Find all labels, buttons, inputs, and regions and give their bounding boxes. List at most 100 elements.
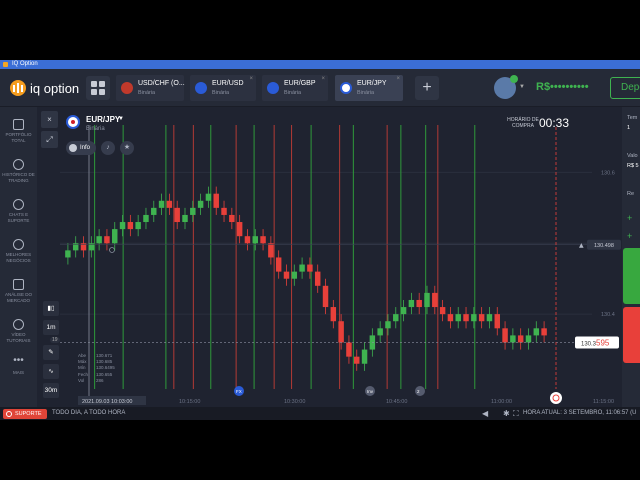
- chart-type-button[interactable]: ▮▯: [43, 301, 59, 316]
- candle-body: [525, 335, 532, 343]
- candle-body: [494, 314, 500, 329]
- chevron-down-icon[interactable]: ▼: [519, 84, 525, 90]
- price-tick-label: 130.6: [601, 170, 615, 176]
- candle-body: [252, 236, 258, 244]
- candle-body: [455, 314, 461, 322]
- candle-body: [135, 222, 141, 230]
- chart-area[interactable]: 130.6130.5130.4130.3595130.498▲2021.09.0…: [60, 107, 622, 407]
- candle-body: [510, 335, 516, 343]
- tab-usdchf[interactable]: USD/CHF (O... Binária: [116, 75, 185, 101]
- candle-body: [463, 314, 469, 322]
- candle-body: [260, 236, 266, 244]
- close-icon[interactable]: ×: [396, 76, 400, 82]
- put-button[interactable]: [623, 307, 640, 363]
- logo-icon: [10, 80, 26, 96]
- candle-body: [517, 335, 524, 343]
- asset-name: EUR/JPY: [86, 115, 121, 124]
- candle-body: [213, 193, 219, 208]
- event-label: FX: [236, 389, 242, 394]
- sidebar-item-label: MELHORES NEGÓCIOS: [5, 252, 32, 263]
- chevron-down-icon: ▼: [118, 116, 124, 122]
- asset-type: Binária: [86, 126, 105, 132]
- history-icon: [13, 159, 24, 170]
- candle-body: [314, 271, 321, 286]
- indicators-button[interactable]: ∿: [43, 364, 59, 379]
- candle-body: [190, 207, 196, 215]
- time-label: Tem: [627, 115, 638, 121]
- trophy-icon: [13, 239, 24, 250]
- more-icon: •••: [13, 355, 24, 366]
- tab-eurusd[interactable]: EUR/USD Binária ×: [190, 75, 256, 101]
- sidebar-item-chats[interactable]: CHATS E SUPORTE: [0, 199, 37, 223]
- period-button[interactable]: 30m: [43, 383, 59, 398]
- app-icon: [3, 62, 8, 67]
- purchase-countdown: 00:33: [539, 116, 570, 130]
- candle-body: [236, 222, 243, 237]
- sidebar-item-label: ANÁLISE DO MERCADO: [4, 292, 32, 303]
- sidebar-item-best-deals[interactable]: MELHORES NEGÓCIOS: [0, 239, 37, 263]
- candle-body: [151, 207, 157, 215]
- time-tick-label: 10:15:00: [179, 399, 200, 405]
- sidebar-item-more[interactable]: ••• MAIS: [0, 355, 37, 376]
- candle-timeframe-button[interactable]: 1m: [43, 320, 59, 335]
- volume-icon[interactable]: ◀: [482, 409, 488, 418]
- candle-body: [80, 243, 87, 251]
- bell-icon[interactable]: ♪: [101, 141, 115, 155]
- tab-eurgbp[interactable]: EUR/GBP Binária ×: [262, 75, 328, 101]
- candle-body: [338, 321, 344, 343]
- level-price-label: 130.498: [594, 243, 614, 249]
- candle-body: [502, 328, 508, 343]
- ohlc-row: Vol 286: [78, 377, 104, 383]
- apps-grid-button[interactable]: [86, 76, 110, 100]
- return-label: Re: [627, 191, 635, 197]
- deposit-button[interactable]: Depo: [610, 77, 640, 99]
- info-button[interactable]: Info: [66, 141, 96, 155]
- fullscreen-icon[interactable]: ⛶: [513, 409, 519, 419]
- tab-title: EUR/JPY: [357, 80, 387, 87]
- news-icon: [13, 279, 24, 290]
- brand-name: iq option: [30, 80, 80, 96]
- candle-body: [322, 285, 329, 308]
- close-icon[interactable]: ×: [321, 76, 325, 82]
- sidebar: PORTFÓLIO TOTAL HISTÓRICO DE TRADING CHA…: [0, 107, 37, 407]
- tab-subtitle: Binária: [357, 90, 375, 96]
- time-tick-label: 11:00:00: [491, 399, 512, 405]
- candle-body: [229, 214, 235, 223]
- call-button[interactable]: [623, 248, 640, 304]
- candle-body: [330, 307, 337, 322]
- tab-title: USD/CHF (O...: [138, 80, 185, 87]
- tab-subtitle: Binária: [212, 90, 230, 96]
- candle-body: [72, 243, 79, 251]
- sidebar-item-market-analysis[interactable]: ANÁLISE DO MERCADO: [0, 279, 37, 303]
- candle-body: [221, 207, 227, 215]
- avatar[interactable]: [494, 75, 518, 99]
- star-icon[interactable]: ★: [120, 141, 134, 155]
- candle-body: [354, 356, 360, 364]
- time-tick-label: 10:45:00: [386, 399, 407, 405]
- account-balance[interactable]: R$••••••••••: [536, 81, 589, 93]
- candle-body: [96, 236, 102, 244]
- add-tab-button[interactable]: +: [415, 76, 439, 100]
- close-chart-button[interactable]: ×: [41, 111, 58, 128]
- settings-icon[interactable]: ✱: [503, 409, 510, 418]
- price-chart[interactable]: 130.6130.5130.4130.3595130.498▲2021.09.0…: [60, 107, 622, 407]
- tab-title: EUR/GBP: [284, 80, 316, 87]
- sidebar-item-portfolio[interactable]: PORTFÓLIO TOTAL: [0, 119, 37, 143]
- brand-logo[interactable]: iq option: [10, 79, 79, 97]
- sidebar-item-tutorials[interactable]: VÍDEO TUTORIAIS: [0, 319, 37, 343]
- close-icon[interactable]: ×: [249, 76, 253, 82]
- support-button[interactable]: SUPORTE: [3, 409, 47, 419]
- tab-eurjpy[interactable]: EUR/JPY Binária ×: [335, 75, 403, 101]
- return-value-2: +: [627, 231, 633, 241]
- candle-body: [385, 321, 391, 329]
- sidebar-item-history[interactable]: HISTÓRICO DE TRADING: [0, 159, 37, 183]
- flag-icon: [340, 82, 352, 94]
- candle-body: [486, 314, 493, 322]
- flag-icon: [267, 82, 279, 94]
- candle-body: [65, 250, 71, 258]
- collapse-icon[interactable]: ⤢: [41, 131, 58, 148]
- amount-value[interactable]: R$ 5: [627, 163, 639, 169]
- draw-tool-button[interactable]: ✎: [43, 345, 59, 360]
- time-value[interactable]: 1: [627, 125, 630, 131]
- candle-body: [416, 299, 422, 308]
